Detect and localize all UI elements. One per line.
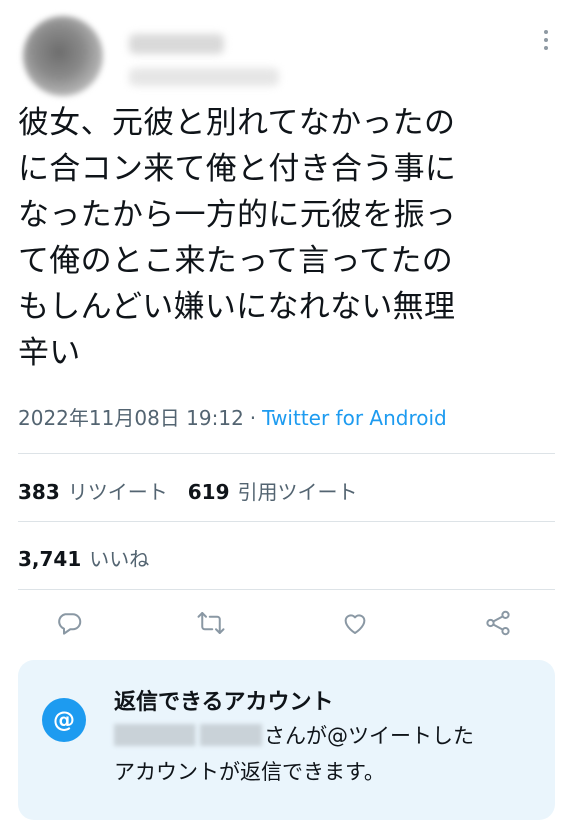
tweet-text: 彼女、元彼と別れてなかったの に合コン来て俺と付き合う事に なったから一方的に元… bbox=[18, 105, 457, 371]
retweet-stats-row: 383 リツイート 619 引用ツイート bbox=[18, 476, 358, 505]
likes-count: 3,741 bbox=[18, 547, 82, 571]
retweets-stat[interactable]: 383 リツイート bbox=[18, 480, 168, 504]
reply-icon[interactable] bbox=[54, 608, 88, 642]
retweets-count: 383 bbox=[18, 480, 60, 504]
at-sign-icon: @ bbox=[42, 698, 86, 742]
reply-card-line2-text: アカウントが返信できます。 bbox=[114, 760, 385, 784]
share-icon[interactable] bbox=[483, 608, 517, 642]
avatar[interactable] bbox=[23, 16, 103, 96]
divider bbox=[18, 521, 555, 522]
reply-card-title: 返信できるアカウント bbox=[114, 690, 334, 715]
likes-label: いいね bbox=[89, 547, 150, 571]
divider bbox=[18, 453, 555, 454]
like-icon[interactable] bbox=[340, 608, 374, 642]
divider bbox=[18, 589, 555, 590]
action-bar bbox=[18, 604, 555, 648]
retweets-label: リツイート bbox=[67, 480, 168, 504]
reply-restriction-card: @ 返信できるアカウント さんが@ツイートした アカウントが返信できます。 bbox=[18, 660, 555, 820]
tweet-timestamp[interactable]: 2022年11月08日 19:12 bbox=[18, 406, 244, 430]
quotes-stat[interactable]: 619 引用ツイート bbox=[188, 480, 358, 504]
tweet-meta: 2022年11月08日 19:12 · Twitter for Android bbox=[18, 402, 447, 431]
redacted-account-name bbox=[114, 724, 262, 746]
likes-stats-row: 3,741 いいね bbox=[18, 543, 149, 572]
author-name-redacted[interactable] bbox=[129, 34, 224, 54]
author-handle-redacted bbox=[129, 68, 279, 86]
reply-card-line: さんが@ツイートした bbox=[114, 720, 474, 750]
more-options-icon[interactable] bbox=[543, 30, 549, 54]
quotes-count: 619 bbox=[187, 480, 230, 504]
tweet-header bbox=[17, 10, 557, 100]
quotes-label: 引用ツイート bbox=[237, 480, 358, 504]
tweet-source-link[interactable]: Twitter for Android bbox=[262, 406, 447, 430]
reply-card-line1-text: さんが@ツイートした bbox=[264, 724, 474, 748]
retweet-icon[interactable] bbox=[196, 608, 230, 642]
meta-separator: · bbox=[249, 406, 257, 430]
likes-stat[interactable]: 3,741 いいね bbox=[18, 547, 149, 571]
